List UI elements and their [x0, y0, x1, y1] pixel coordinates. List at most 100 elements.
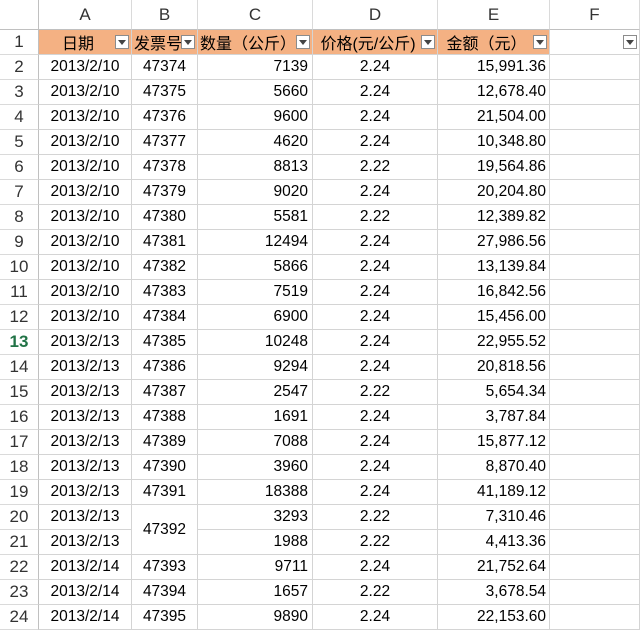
cell-invoice[interactable]: 47380 [132, 205, 198, 230]
cell-invoice[interactable]: 47374 [132, 55, 198, 80]
row-header-8[interactable]: 8 [0, 205, 39, 230]
cell-qty[interactable]: 9294 [198, 355, 313, 380]
cell-invoice[interactable]: 47377 [132, 130, 198, 155]
cell-qty[interactable]: 5866 [198, 255, 313, 280]
cell-price[interactable]: 2.22 [313, 580, 438, 605]
cell-price[interactable]: 2.24 [313, 280, 438, 305]
cell-date[interactable]: 2013/2/13 [39, 530, 132, 555]
cell-qty[interactable]: 18388 [198, 480, 313, 505]
cell-empty[interactable] [550, 405, 640, 430]
cell-amount[interactable]: 4,413.36 [438, 530, 550, 555]
row-header-18[interactable]: 18 [0, 455, 39, 480]
row-header-12[interactable]: 12 [0, 305, 39, 330]
cell-qty[interactable]: 1988 [198, 530, 313, 555]
cell-amount[interactable]: 15,991.36 [438, 55, 550, 80]
cell-price[interactable]: 2.24 [313, 130, 438, 155]
cell-qty[interactable]: 5581 [198, 205, 313, 230]
cell-price[interactable]: 2.24 [313, 230, 438, 255]
cell-qty[interactable]: 7088 [198, 430, 313, 455]
cell-date[interactable]: 2013/2/10 [39, 105, 132, 130]
cell-qty[interactable]: 9600 [198, 105, 313, 130]
cell-qty[interactable]: 7139 [198, 55, 313, 80]
cell-price[interactable]: 2.24 [313, 605, 438, 630]
cell-date[interactable]: 2013/2/13 [39, 355, 132, 380]
cell-amount[interactable]: 5,654.34 [438, 380, 550, 405]
row-header-4[interactable]: 4 [0, 105, 39, 130]
header-cell-qty[interactable]: 数量（公斤） [198, 30, 313, 55]
cell-invoice[interactable]: 47391 [132, 480, 198, 505]
cell-amount[interactable]: 3,787.84 [438, 405, 550, 430]
filter-dropdown-icon[interactable] [115, 35, 129, 49]
cell-date[interactable]: 2013/2/10 [39, 155, 132, 180]
cell-invoice[interactable]: 47386 [132, 355, 198, 380]
cell-date[interactable]: 2013/2/13 [39, 405, 132, 430]
cell-amount[interactable]: 12,678.40 [438, 80, 550, 105]
row-header-17[interactable]: 17 [0, 430, 39, 455]
row-header-21[interactable]: 21 [0, 530, 39, 555]
cell-empty[interactable] [550, 80, 640, 105]
filter-dropdown-icon[interactable] [421, 35, 435, 49]
cell-date[interactable]: 2013/2/13 [39, 330, 132, 355]
cell-date[interactable]: 2013/2/10 [39, 280, 132, 305]
cell-qty[interactable]: 3293 [198, 505, 313, 530]
cell-invoice[interactable]: 47385 [132, 330, 198, 355]
cell-price[interactable]: 2.24 [313, 405, 438, 430]
cell-qty[interactable]: 12494 [198, 230, 313, 255]
column-header-b[interactable]: B [132, 0, 198, 30]
row-header-5[interactable]: 5 [0, 130, 39, 155]
row-header-16[interactable]: 16 [0, 405, 39, 430]
cell-amount[interactable]: 22,955.52 [438, 330, 550, 355]
cell-qty[interactable]: 8813 [198, 155, 313, 180]
cell-amount[interactable]: 13,139.84 [438, 255, 550, 280]
cell-price[interactable]: 2.22 [313, 155, 438, 180]
cell-invoice[interactable]: 47395 [132, 605, 198, 630]
cell-date[interactable]: 2013/2/14 [39, 605, 132, 630]
row-header-1[interactable]: 1 [0, 30, 39, 55]
cell-qty[interactable]: 1691 [198, 405, 313, 430]
cell-price[interactable]: 2.22 [313, 505, 438, 530]
cell-date[interactable]: 2013/2/13 [39, 455, 132, 480]
cell-amount[interactable]: 21,752.64 [438, 555, 550, 580]
cell-invoice[interactable]: 47378 [132, 155, 198, 180]
cell-date[interactable]: 2013/2/10 [39, 80, 132, 105]
row-header-15[interactable]: 15 [0, 380, 39, 405]
cell-qty[interactable]: 9890 [198, 605, 313, 630]
cell-empty[interactable] [550, 330, 640, 355]
cell-date[interactable]: 2013/2/10 [39, 230, 132, 255]
cell-price[interactable]: 2.24 [313, 80, 438, 105]
cell-empty[interactable] [550, 430, 640, 455]
cell-empty[interactable] [550, 455, 640, 480]
select-all-corner[interactable] [0, 0, 39, 30]
cell-price[interactable]: 2.24 [313, 330, 438, 355]
cell-empty[interactable] [550, 305, 640, 330]
cell-qty[interactable]: 10248 [198, 330, 313, 355]
cell-invoice[interactable]: 47376 [132, 105, 198, 130]
cell-price[interactable]: 2.24 [313, 455, 438, 480]
filter-dropdown-icon[interactable] [623, 35, 637, 49]
cell-amount[interactable]: 41,189.12 [438, 480, 550, 505]
cell-date[interactable]: 2013/2/13 [39, 380, 132, 405]
cell-amount[interactable]: 19,564.86 [438, 155, 550, 180]
cell-amount[interactable]: 15,877.12 [438, 430, 550, 455]
cell-invoice[interactable]: 47379 [132, 180, 198, 205]
cell-price[interactable]: 2.24 [313, 355, 438, 380]
cell-invoice[interactable]: 47392 [132, 505, 198, 555]
cell-date[interactable]: 2013/2/10 [39, 305, 132, 330]
cell-price[interactable]: 2.24 [313, 555, 438, 580]
header-cell-price[interactable]: 价格(元/公斤) [313, 30, 438, 55]
filter-dropdown-icon[interactable] [296, 35, 310, 49]
cell-qty[interactable]: 2547 [198, 380, 313, 405]
cell-price[interactable]: 2.24 [313, 55, 438, 80]
header-cell-invoice[interactable]: 发票号 [132, 30, 198, 55]
row-header-10[interactable]: 10 [0, 255, 39, 280]
cell-amount[interactable]: 10,348.80 [438, 130, 550, 155]
cell-date[interactable]: 2013/2/10 [39, 205, 132, 230]
cell-invoice[interactable]: 47389 [132, 430, 198, 455]
cell-price[interactable]: 2.24 [313, 255, 438, 280]
cell-empty[interactable] [550, 505, 640, 530]
cell-invoice[interactable]: 47388 [132, 405, 198, 430]
column-header-e[interactable]: E [438, 0, 550, 30]
row-header-13[interactable]: 13 [0, 330, 39, 355]
cell-price[interactable]: 2.24 [313, 480, 438, 505]
row-header-7[interactable]: 7 [0, 180, 39, 205]
